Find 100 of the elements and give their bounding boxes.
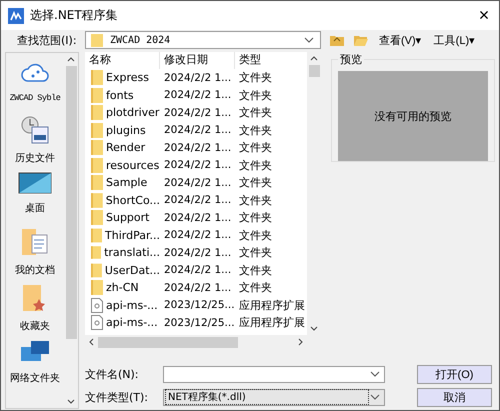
folder-icon <box>91 245 102 260</box>
folder-icon <box>91 210 103 226</box>
file-row[interactable]: resources 2024/2/2 1... 文件夹 <box>85 156 307 174</box>
file-name-label: 文件名(N): <box>85 366 140 382</box>
file-name: ThirdPar... <box>105 228 160 242</box>
file-row[interactable]: fonts 2024/2/2 1... 文件夹 <box>85 86 307 104</box>
folder-up-icon[interactable] <box>329 33 345 47</box>
file-icon <box>91 315 103 330</box>
table-cell-text: 文件夹 <box>238 70 273 86</box>
folder-icon <box>91 140 103 156</box>
cancel-button[interactable]: 取消 <box>417 388 492 406</box>
table-cell-text: 2024/2/2 1... <box>163 282 232 294</box>
file-type-label: 文件类型(T): <box>85 390 150 404</box>
table-cell-text: 文件夹 <box>238 228 273 243</box>
file-row[interactable]: Support 2024/2/2 1... 文件夹 <box>85 209 307 226</box>
file-name: Render <box>106 141 146 154</box>
file-row[interactable]: Render 2024/2/2 1... 文件夹 <box>85 139 307 156</box>
file-icon <box>91 298 103 313</box>
preview-title: 预览 <box>339 52 363 67</box>
file-row[interactable]: Express 2024/2/2 1... 文件夹 <box>85 69 307 86</box>
file-name: Sample <box>106 176 148 190</box>
file-row[interactable]: plugins 2024/2/2 1... 文件夹 <box>85 122 307 139</box>
folder-icon <box>91 158 103 173</box>
table-cell-text: 文件夹 <box>238 158 273 173</box>
table-cell-text: 文件夹 <box>238 105 273 120</box>
table-cell-text: 文件夹 <box>238 122 273 138</box>
tools-menu[interactable]: 工具(L)▾ <box>432 32 478 48</box>
file-name: api-ms-... <box>106 298 158 312</box>
scroll-thumb[interactable] <box>98 336 238 348</box>
scroll-left-icon <box>89 338 94 346</box>
table-cell-text: 2024/2/2 1... <box>163 264 232 276</box>
chevron-down-icon <box>304 37 314 43</box>
table-cell-text: 文件夹 <box>238 245 273 260</box>
file-row[interactable]: api-ms-... 2023/12/25... 应用程序扩展 <box>85 296 307 314</box>
table-cell-text: 应用程序扩展 <box>238 298 306 313</box>
clock-document-icon <box>20 115 50 145</box>
place-item[interactable]: 我的文档 <box>15 227 55 279</box>
place-item[interactable]: 桌面 <box>18 171 52 223</box>
table-cell-text: 文件夹 <box>238 140 273 156</box>
table-cell-text: 2023/12/25... <box>163 316 235 329</box>
file-name: UserDat... <box>104 264 160 277</box>
file-row[interactable]: UserDat... 2024/2/2 1... 文件夹 <box>85 262 307 279</box>
place-item[interactable]: ZWCAD Syble <box>10 59 60 111</box>
file-row[interactable]: translati... 2024/2/2 1... 文件夹 <box>85 244 307 262</box>
file-name: api-ms-... <box>106 316 158 330</box>
file-row[interactable]: zh-CN 2024/2/2 1... 文件夹 <box>85 279 307 296</box>
place-item[interactable]: 历史文件 <box>15 115 55 167</box>
folder-icon <box>91 262 102 278</box>
file-name-field[interactable] <box>163 366 385 382</box>
file-type-dropdown[interactable]: NET程序集(*.dll) <box>163 388 385 406</box>
file-row[interactable]: ThirdPar... 2024/2/2 1... 文件夹 <box>85 226 307 244</box>
file-name: zh-CN <box>106 281 139 294</box>
window-title: 选择.NET程序集 <box>30 7 119 24</box>
table-cell-text: 2024/2/2 1... <box>163 246 232 259</box>
document-folder-icon <box>20 227 50 257</box>
table-cell-text: 2024/2/2 1... <box>163 72 232 84</box>
file-row[interactable]: plotdriver 2024/2/2 1... 文件夹 <box>85 104 307 122</box>
folder-icon <box>91 122 103 138</box>
file-name: plugins <box>106 124 146 137</box>
table-cell-text: 文件夹 <box>238 192 273 208</box>
file-row[interactable]: ShortCo... 2024/2/2 1... 文件夹 <box>85 192 307 209</box>
open-button[interactable]: 打开(O) <box>417 364 492 384</box>
folder-icon <box>91 192 103 208</box>
folder-icon <box>91 228 102 243</box>
look-in-label: 查找范围(I): <box>17 32 78 48</box>
file-name: ShortCo... <box>106 194 160 207</box>
table-cell-text: 2024/2/2 1... <box>163 194 232 206</box>
place-item[interactable]: 网络文件夹 <box>10 339 60 391</box>
table-cell-text: 文件夹 <box>238 88 273 103</box>
scroll-thumb[interactable] <box>66 66 76 339</box>
column-header[interactable]: 修改日期 <box>160 52 235 69</box>
table-cell-text: 文件夹 <box>238 175 273 190</box>
open-folder-icon[interactable] <box>353 33 369 47</box>
close-button[interactable]: × <box>469 1 499 30</box>
chevron-down-icon <box>370 371 380 377</box>
table-cell-text: 2024/2/2 1... <box>163 159 232 172</box>
table-cell-text: 2024/2/2 1... <box>163 229 232 242</box>
file-row[interactable]: api-ms-... 2023/12/25... 应用程序扩展 <box>85 314 307 332</box>
table-cell-text: 2024/2/2 1... <box>163 212 232 224</box>
scroll-thumb[interactable] <box>308 65 320 77</box>
folder-icon <box>91 70 103 86</box>
table-cell-text: 2024/2/2 1... <box>163 89 232 102</box>
file-name: resources <box>106 158 160 172</box>
file-name: Support <box>106 211 150 224</box>
folder-icon <box>91 175 103 190</box>
file-name: translati... <box>104 246 160 260</box>
view-menu[interactable]: 查看(V)▾ <box>377 32 424 48</box>
scroll-down-icon <box>67 399 75 404</box>
app-icon <box>8 8 24 24</box>
column-header[interactable]: 名称 <box>85 52 160 69</box>
place-item[interactable]: 收藏夹 <box>20 283 50 335</box>
file-row[interactable]: Sample 2024/2/2 1... 文件夹 <box>85 174 307 192</box>
column-header[interactable]: 类型 <box>235 52 307 69</box>
scroll-up-icon <box>310 56 318 61</box>
table-cell-text: 2024/2/2 1... <box>163 142 232 154</box>
table-cell-text: 2024/2/2 1... <box>163 124 232 136</box>
desktop-icon <box>18 171 52 195</box>
preview-message: 没有可用的预览 <box>374 108 452 124</box>
location-dropdown[interactable]: ZWCAD 2024 <box>85 31 321 49</box>
chevron-down-icon <box>370 394 380 400</box>
